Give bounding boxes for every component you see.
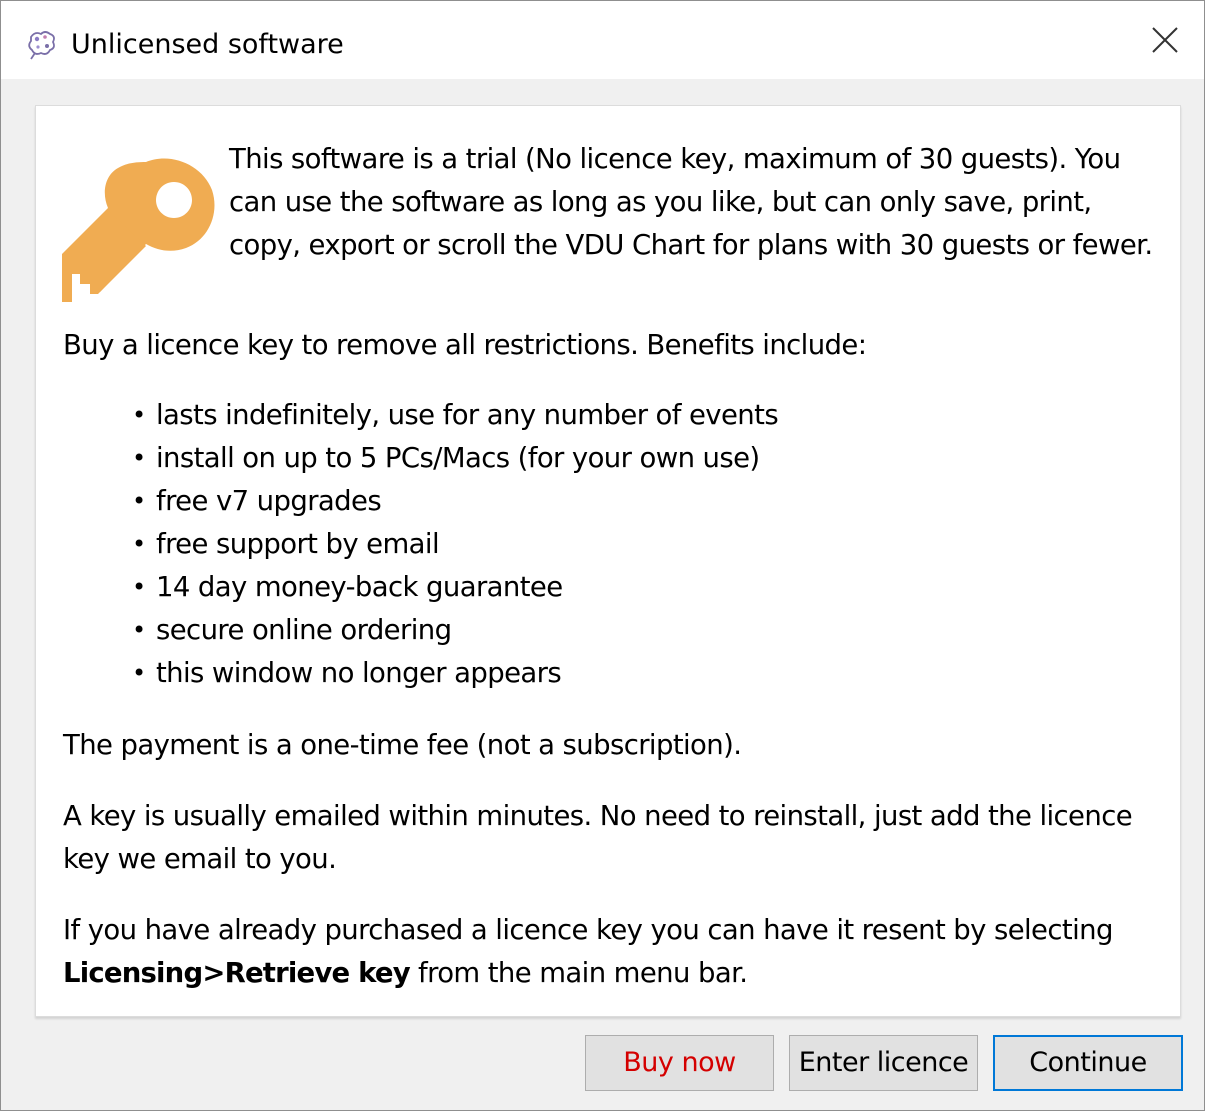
- list-item: • this window no longer appears: [132, 652, 778, 695]
- list-item: • 14 day money-back guarantee: [132, 566, 778, 609]
- bullet-icon: •: [132, 487, 146, 515]
- list-item: • lasts indefinitely, use for any number …: [132, 394, 779, 437]
- unlicensed-dialog: Unlicensed software This software is a t…: [0, 0, 1205, 1111]
- benefit-text: free support by email: [156, 528, 440, 560]
- title-bar: Unlicensed software: [1, 1, 1204, 79]
- list-item: • free support by email: [132, 523, 778, 566]
- retrieve-key-text: If you have already purchased a licence …: [63, 909, 1163, 995]
- benefits-heading: Buy a licence key to remove all restrict…: [63, 329, 867, 361]
- bullet-icon: •: [132, 616, 146, 644]
- key-icon: [62, 158, 215, 302]
- app-icon: [28, 31, 55, 60]
- list-item: • install on up to 5 PCs/Macs (for your o…: [132, 437, 778, 480]
- continue-button[interactable]: Continue: [993, 1035, 1183, 1091]
- bullet-icon: •: [132, 573, 146, 601]
- benefit-text: secure online ordering: [156, 614, 452, 646]
- message-panel: This software is a trial (No licence key…: [35, 105, 1181, 1017]
- enter-licence-button[interactable]: Enter licence: [789, 1035, 978, 1091]
- list-item: • free v7 upgrades: [132, 480, 778, 523]
- benefit-text: free v7 upgrades: [156, 485, 382, 517]
- retrieve-suffix: from the main menu bar.: [409, 957, 748, 989]
- close-button[interactable]: [1126, 1, 1204, 79]
- bullet-icon: •: [132, 659, 146, 687]
- window-title: Unlicensed software: [71, 29, 344, 60]
- email-text: A key is usually emailed within minutes.…: [63, 800, 1133, 875]
- benefit-text: install on up to 5 PCs/Macs (for your ow…: [156, 442, 760, 474]
- intro-text: This software is a trial (No licence key…: [229, 143, 1153, 261]
- list-item: • secure online ordering: [132, 609, 778, 652]
- retrieve-prefix: If you have already purchased a licence …: [63, 914, 1113, 946]
- payment-text: The payment is a one-time fee (not a sub…: [63, 729, 742, 761]
- menu-path: Licensing>Retrieve key: [63, 957, 411, 989]
- bullet-icon: •: [132, 401, 146, 429]
- buy-now-button[interactable]: Buy now: [585, 1035, 774, 1091]
- benefit-text: this window no longer appears: [156, 657, 562, 689]
- bullet-icon: •: [132, 444, 146, 472]
- benefit-text: lasts indefinitely, use for any number o…: [156, 399, 779, 431]
- close-icon: [1152, 27, 1178, 53]
- benefits-list: • lasts indefinitely, use for any number …: [132, 394, 779, 695]
- bullet-icon: •: [132, 530, 146, 558]
- benefit-text: 14 day money-back guarantee: [156, 571, 563, 603]
